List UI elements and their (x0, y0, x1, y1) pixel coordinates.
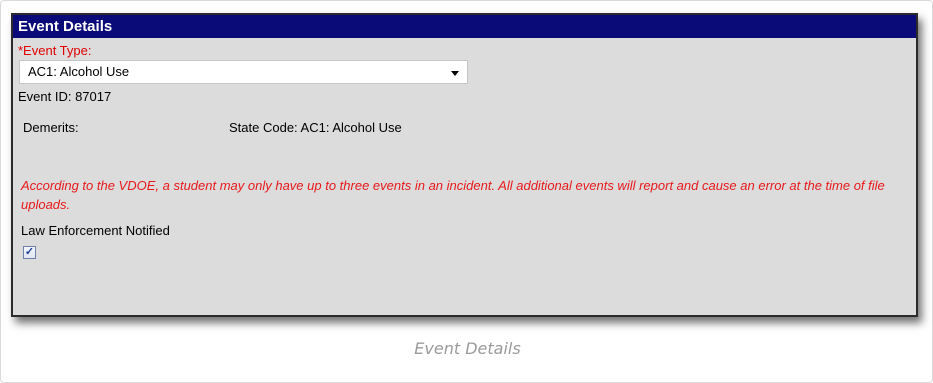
state-code-text: State Code: AC1: Alcohol Use (229, 120, 402, 135)
law-enforcement-notified-checkbox[interactable]: ✓ (23, 246, 36, 259)
event-type-select[interactable]: AC1: Alcohol Use (19, 60, 468, 84)
event-type-label: *Event Type: (18, 43, 92, 58)
event-id-text: Event ID: 87017 (18, 89, 112, 104)
chevron-down-icon[interactable] (451, 71, 459, 76)
event-type-selected-value: AC1: Alcohol Use (28, 64, 130, 79)
demerits-label: Demerits: (23, 120, 79, 135)
vdoe-warning-message: According to the VDOE, a student may onl… (21, 178, 885, 212)
checkmark-icon: ✓ (24, 246, 35, 258)
image-caption: Event Details (414, 339, 521, 358)
panel-title: Event Details (13, 15, 916, 38)
screenshot-frame: Event Details *Event Type: AC1: Alcohol … (0, 0, 933, 383)
event-details-panel: Event Details *Event Type: AC1: Alcohol … (11, 13, 918, 317)
law-enforcement-notified-label: Law Enforcement Notified (21, 223, 170, 238)
